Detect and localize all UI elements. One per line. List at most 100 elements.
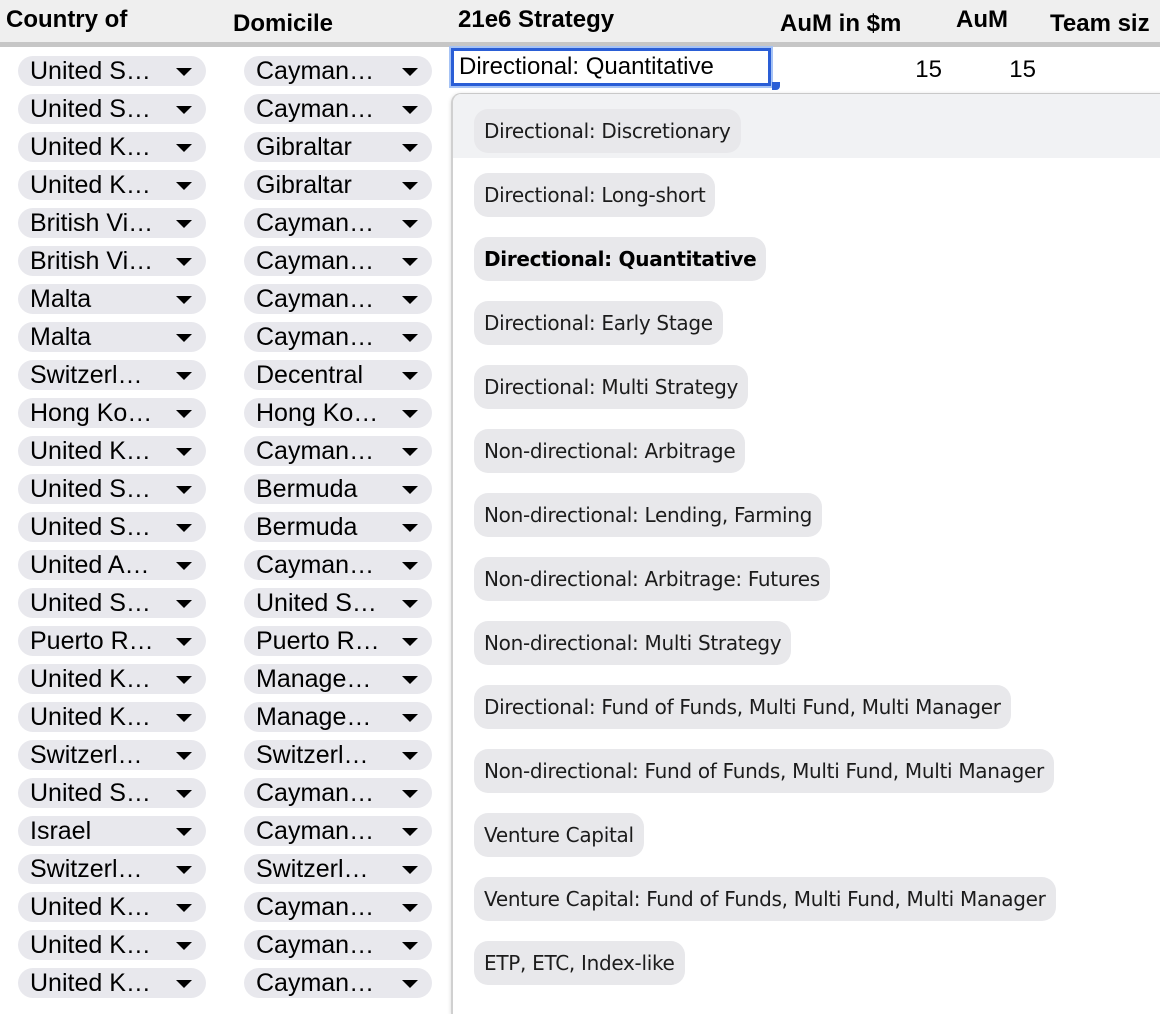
domicile-select[interactable]: Cayman… [244, 892, 432, 922]
domicile-select[interactable]: Cayman… [244, 284, 432, 314]
column-header-aum[interactable]: AuM [956, 6, 1008, 34]
domicile-select[interactable]: Cayman… [244, 322, 432, 352]
dropdown-option-row[interactable]: Directional: Long-short [453, 158, 1160, 222]
country-select[interactable]: United S… [18, 56, 206, 86]
dropdown-option-row[interactable]: Non-directional: Multi Strategy [453, 606, 1160, 670]
column-header-country[interactable]: Country of [6, 6, 127, 34]
country-select[interactable]: United K… [18, 132, 206, 162]
dropdown-option-row[interactable]: Directional: Early Stage [453, 286, 1160, 350]
domicile-select[interactable]: Switzerl… [244, 854, 432, 884]
column-header-aum-millions[interactable]: AuM in $m [780, 10, 901, 38]
country-select[interactable]: United K… [18, 968, 206, 998]
domicile-select[interactable]: Cayman… [244, 550, 432, 580]
dropdown-option-row[interactable]: Directional: Fund of Funds, Multi Fund, … [453, 670, 1160, 734]
country-select[interactable]: United K… [18, 930, 206, 960]
domicile-select[interactable]: Cayman… [244, 968, 432, 998]
domicile-select[interactable]: Cayman… [244, 778, 432, 808]
domicile-select[interactable]: Manage… [244, 664, 432, 694]
domicile-select[interactable]: Manage… [244, 702, 432, 732]
country-select[interactable]: United K… [18, 702, 206, 732]
dropdown-option[interactable]: Non-directional: Arbitrage [474, 429, 746, 473]
country-select[interactable]: Switzerl… [18, 360, 206, 390]
dropdown-option[interactable]: Directional: Fund of Funds, Multi Fund, … [474, 685, 1011, 729]
dropdown-option[interactable]: Directional: Quantitative [474, 237, 767, 281]
domicile-value: Hong Ko… [256, 399, 379, 427]
table-row: United K… Manage… [0, 698, 450, 736]
domicile-select[interactable]: Bermuda [244, 474, 432, 504]
aum-millions-cell[interactable]: 15 [880, 56, 942, 84]
country-select[interactable]: United S… [18, 588, 206, 618]
chevron-down-icon [176, 524, 192, 532]
column-header-domicile[interactable]: Domicile [233, 10, 333, 38]
domicile-select[interactable]: United S… [244, 588, 432, 618]
dropdown-option[interactable]: Directional: Early Stage [474, 301, 723, 345]
country-select[interactable]: United S… [18, 778, 206, 808]
chevron-down-icon [402, 562, 418, 570]
domicile-select[interactable]: Cayman… [244, 436, 432, 466]
column-header-team-size[interactable]: Team siz [1050, 10, 1150, 38]
country-select[interactable]: United K… [18, 436, 206, 466]
dropdown-option[interactable]: Directional: Discretionary [474, 109, 741, 153]
country-select[interactable]: Hong Ko… [18, 398, 206, 428]
dropdown-option-row[interactable]: Venture Capital: Fund of Funds, Multi Fu… [453, 862, 1160, 926]
domicile-select[interactable]: Cayman… [244, 246, 432, 276]
dropdown-option-row[interactable]: Venture Capital [453, 798, 1160, 862]
dropdown-option[interactable]: Non-directional: Arbitrage: Futures [474, 557, 830, 601]
domicile-value: Cayman… [256, 969, 375, 997]
domicile-select[interactable]: Switzerl… [244, 740, 432, 770]
domicile-select[interactable]: Puerto R… [244, 626, 432, 656]
country-select[interactable]: Puerto R… [18, 626, 206, 656]
domicile-value: Cayman… [256, 779, 375, 807]
country-select[interactable]: British Vi… [18, 208, 206, 238]
domicile-select[interactable]: Decentral [244, 360, 432, 390]
dropdown-option-row[interactable]: Non-directional: Arbitrage: Futures [453, 542, 1160, 606]
country-select[interactable]: United A… [18, 550, 206, 580]
dropdown-option-row[interactable]: ETP, ETC, Index-like [453, 926, 1160, 990]
fill-handle[interactable] [772, 82, 780, 90]
country-select[interactable]: United K… [18, 892, 206, 922]
country-select[interactable]: Israel [18, 816, 206, 846]
country-value: British Vi… [30, 247, 154, 275]
country-select[interactable]: United K… [18, 170, 206, 200]
country-select[interactable]: Switzerl… [18, 740, 206, 770]
dropdown-option-row[interactable]: Directional: Discretionary [453, 94, 1160, 158]
domicile-select[interactable]: Cayman… [244, 816, 432, 846]
dropdown-option[interactable]: Non-directional: Multi Strategy [474, 621, 792, 665]
dropdown-option-row[interactable]: Directional: Quantitative [453, 222, 1160, 286]
country-select[interactable]: United S… [18, 94, 206, 124]
dropdown-option[interactable]: Venture Capital [474, 813, 644, 857]
domicile-select[interactable]: Cayman… [244, 94, 432, 124]
domicile-value: Bermuda [256, 475, 358, 503]
dropdown-option-row[interactable]: Non-directional: Lending, Farming [453, 478, 1160, 542]
dropdown-option[interactable]: Directional: Long-short [474, 173, 716, 217]
chevron-down-icon [176, 68, 192, 76]
domicile-select[interactable]: Cayman… [244, 930, 432, 960]
chevron-down-icon [176, 638, 192, 646]
dropdown-option-row[interactable]: Non-directional: Fund of Funds, Multi Fu… [453, 734, 1160, 798]
country-select[interactable]: British Vi… [18, 246, 206, 276]
domicile-value: Decentral [256, 361, 363, 389]
country-select[interactable]: Malta [18, 322, 206, 352]
dropdown-option[interactable]: Venture Capital: Fund of Funds, Multi Fu… [474, 877, 1056, 921]
dropdown-option[interactable]: Non-directional: Fund of Funds, Multi Fu… [474, 749, 1054, 793]
domicile-select[interactable]: Gibraltar [244, 132, 432, 162]
domicile-select[interactable]: Bermuda [244, 512, 432, 542]
dropdown-option[interactable]: Non-directional: Lending, Farming [474, 493, 823, 537]
dropdown-option[interactable]: ETP, ETC, Index-like [474, 941, 685, 985]
domicile-select[interactable]: Hong Ko… [244, 398, 432, 428]
dropdown-option[interactable]: Directional: Multi Strategy [474, 365, 749, 409]
domicile-select[interactable]: Cayman… [244, 56, 432, 86]
country-select[interactable]: Switzerl… [18, 854, 206, 884]
aum-cell[interactable]: 15 [970, 56, 1036, 84]
dropdown-option-row[interactable]: Non-directional: Arbitrage [453, 414, 1160, 478]
strategy-cell-editor[interactable]: Directional: Quantitative [449, 46, 773, 88]
country-select[interactable]: United S… [18, 474, 206, 504]
domicile-select[interactable]: Gibraltar [244, 170, 432, 200]
country-select[interactable]: United S… [18, 512, 206, 542]
chevron-down-icon [176, 486, 192, 494]
domicile-select[interactable]: Cayman… [244, 208, 432, 238]
country-select[interactable]: United K… [18, 664, 206, 694]
dropdown-option-row[interactable]: Directional: Multi Strategy [453, 350, 1160, 414]
country-select[interactable]: Malta [18, 284, 206, 314]
column-header-strategy[interactable]: 21e6 Strategy [458, 6, 614, 34]
